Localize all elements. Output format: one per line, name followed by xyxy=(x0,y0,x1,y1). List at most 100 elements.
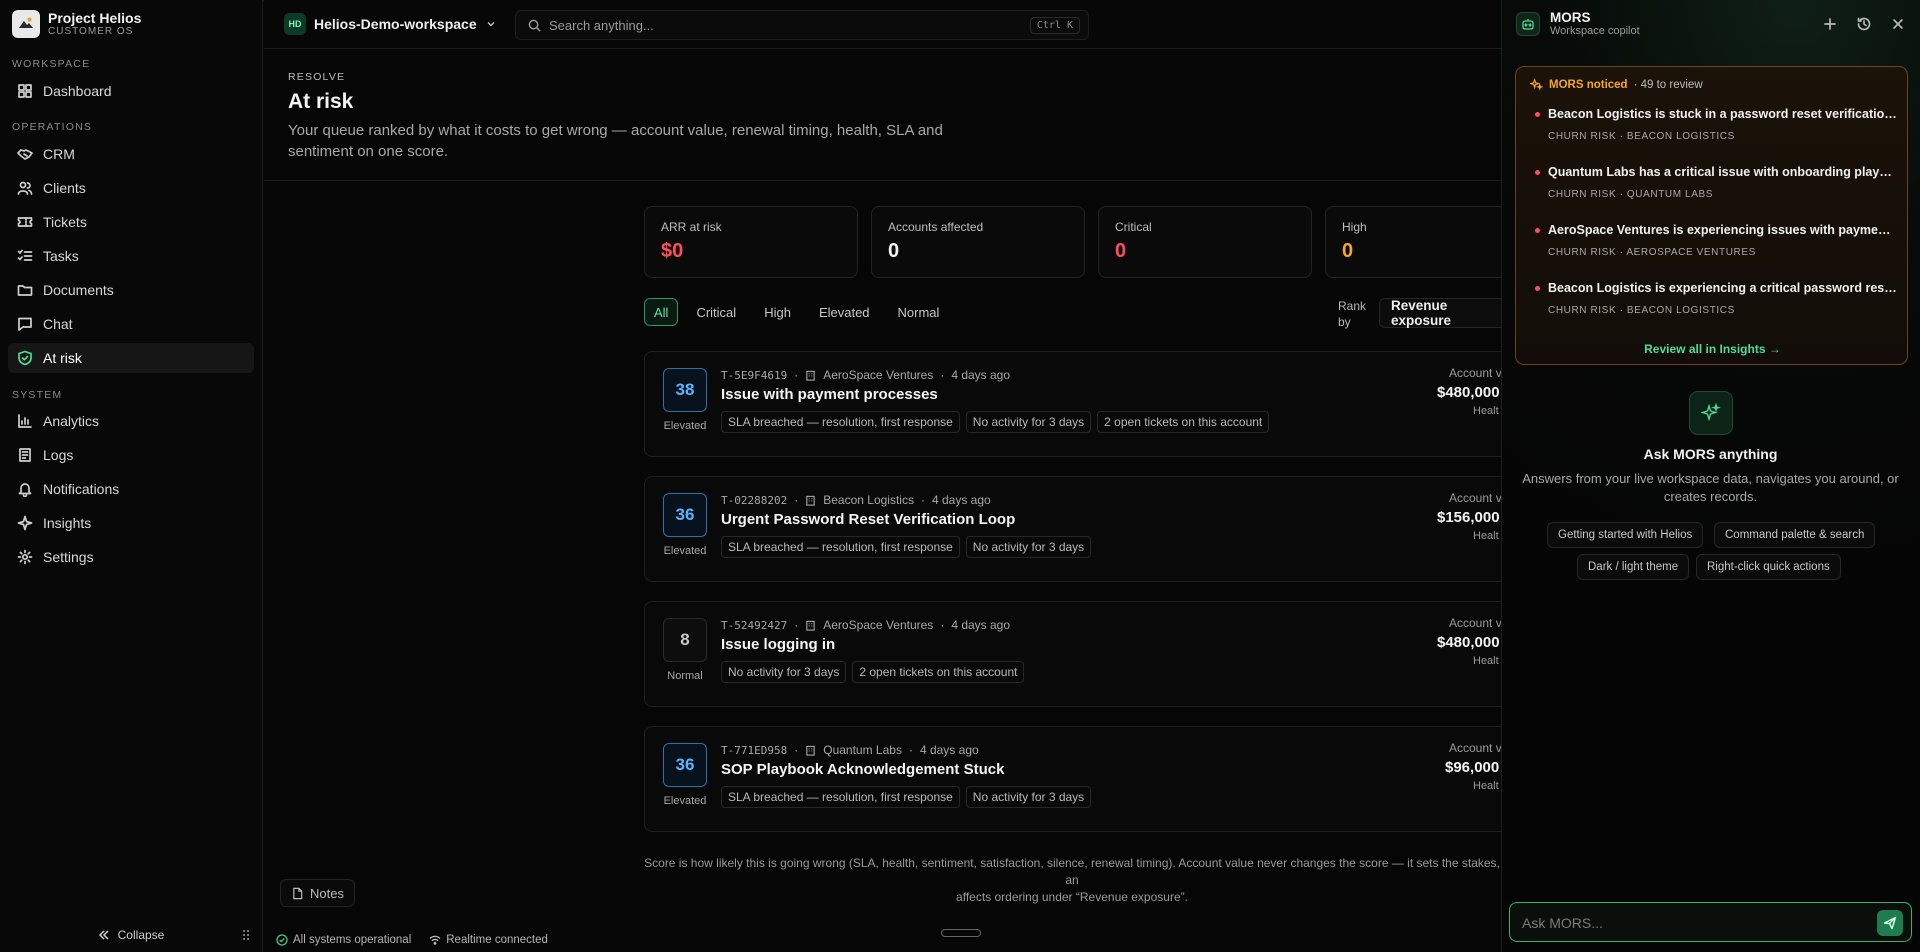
building-icon xyxy=(806,745,815,756)
topbar: HD Helios-Demo-workspace Search anything… xyxy=(264,0,1501,49)
account-value-label: Account v xyxy=(1449,741,1502,755)
ticket-card[interactable]: 8 Normal T-52492427 · AeroSpace Ventures ·… xyxy=(644,601,1544,707)
workspace-switcher[interactable]: HD Helios-Demo-workspace xyxy=(284,13,497,35)
ticket-meta: T-5E9F4619 · AeroSpace Ventures · 4 days a… xyxy=(721,368,1011,382)
logs-icon xyxy=(19,448,31,462)
rank-by-label: Rank by xyxy=(1338,298,1366,330)
status-bar: All systems operational Realtime connect… xyxy=(264,927,1501,952)
rank-by-select[interactable]: Revenue exposure xyxy=(1379,298,1509,328)
search-input[interactable]: Search anything... Ctrl K xyxy=(515,10,1089,40)
ticket-title[interactable]: Issue logging in xyxy=(721,636,835,653)
collapse-button[interactable]: Collapse xyxy=(0,922,262,948)
notes-button[interactable]: Notes xyxy=(280,879,355,907)
sidebar-item-label: Dashboard xyxy=(43,83,112,99)
company-name[interactable]: AeroSpace Ventures xyxy=(823,618,933,632)
ticket-age: 4 days ago xyxy=(951,618,1011,632)
filter-critical[interactable]: Critical xyxy=(686,298,746,326)
sidebar-item-notifications[interactable]: Notifications xyxy=(8,474,254,504)
wifi-icon xyxy=(429,935,441,945)
ticket-age: 4 days ago xyxy=(931,493,991,507)
notice-item-subtitle: CHURN RISK · AEROSPACE VENTURES xyxy=(1548,247,1756,258)
suggestion-chip[interactable]: Right-click quick actions xyxy=(1696,554,1841,580)
sidebar-item-label: CRM xyxy=(43,146,75,162)
sidebar-item-label: Analytics xyxy=(43,413,100,429)
account-value: $480,000 xyxy=(1437,384,1500,401)
company-name[interactable]: AeroSpace Ventures xyxy=(823,368,933,382)
ticket-title[interactable]: Issue with payment processes xyxy=(721,386,938,403)
shield-check-icon xyxy=(18,350,32,366)
close-icon[interactable] xyxy=(1890,16,1906,32)
review-all-link[interactable]: Review all in Insights → xyxy=(1516,342,1909,356)
sparkles-icon xyxy=(1689,391,1733,435)
notice-item-subtitle: CHURN RISK · BEACON LOGISTICS xyxy=(1548,131,1735,142)
brand[interactable]: Project Helios CUSTOMER OS xyxy=(12,10,141,38)
alert-dot xyxy=(1535,112,1540,117)
ticket-card[interactable]: 36 Elevated T-771ED958 · Quantum Labs · 4 … xyxy=(644,726,1544,832)
stat-critical: Critical 0 xyxy=(1098,206,1312,278)
health-label: Healt xyxy=(1473,655,1499,667)
sidebar-item-label: Tickets xyxy=(43,214,87,230)
sidebar-item-logs[interactable]: Logs xyxy=(8,440,254,470)
sidebar-item-crm[interactable]: CRM xyxy=(8,139,254,169)
sidebar-item-insights[interactable]: Insights xyxy=(8,508,254,538)
sidebar-item-analytics[interactable]: Analytics xyxy=(8,406,254,436)
suggestion-chip[interactable]: Getting started with Helios xyxy=(1547,522,1704,548)
sidebar-item-chat[interactable]: Chat xyxy=(8,309,254,339)
ticket-age: 4 days ago xyxy=(951,368,1011,382)
ticket-tags: SLA breached — resolution, first respons… xyxy=(721,536,1092,558)
filter-elevated[interactable]: Elevated xyxy=(809,298,880,326)
send-button[interactable] xyxy=(1877,910,1903,936)
stat-label: Critical xyxy=(1115,220,1152,234)
sidebar-item-dashboard[interactable]: Dashboard xyxy=(8,76,254,106)
notice-item-title: AeroSpace Ventures is experiencing issue… xyxy=(1548,223,1898,237)
brand-subtitle: CUSTOMER OS xyxy=(48,26,134,37)
sidebar-item-clients[interactable]: Clients xyxy=(8,173,254,203)
ticket-icon xyxy=(17,217,33,227)
sidebar-item-label: Notifications xyxy=(43,481,120,497)
sidebar-item-label: Clients xyxy=(43,180,86,196)
suggestion-chip[interactable]: Command palette & search xyxy=(1714,522,1876,548)
ticket-title[interactable]: Urgent Password Reset Verification Loop xyxy=(721,511,1015,528)
alert-dot xyxy=(1535,228,1540,233)
sidebar-item-settings[interactable]: Settings xyxy=(8,542,254,572)
ticket-title[interactable]: SOP Playbook Acknowledgement Stuck xyxy=(721,761,1004,778)
history-icon[interactable] xyxy=(1856,16,1872,32)
drag-grip-icon[interactable] xyxy=(242,929,250,941)
notice-item-subtitle: CHURN RISK · QUANTUM LABS xyxy=(1548,189,1714,200)
company-name[interactable]: Beacon Logistics xyxy=(823,493,914,507)
ticket-id: T-5E9F4619 xyxy=(721,368,788,382)
page-description: Your queue ranked by what it costs to ge… xyxy=(288,122,943,160)
ask-description: Answers from your live workspace data, n… xyxy=(1522,471,1899,504)
building-icon xyxy=(806,495,815,506)
notice-item-title: Beacon Logistics is stuck in a password … xyxy=(1548,107,1898,121)
plus-icon[interactable] xyxy=(1822,16,1838,32)
copilot-subtitle: Workspace copilot xyxy=(1550,25,1640,37)
footnote-line: Score is how likely this is going wrong … xyxy=(644,856,1500,887)
company-name[interactable]: Quantum Labs xyxy=(823,743,902,757)
copilot-actions xyxy=(1822,16,1906,32)
system-status: All systems operational xyxy=(276,934,411,946)
filter-normal[interactable]: Normal xyxy=(888,298,950,326)
sidebar-item-tickets[interactable]: Tickets xyxy=(8,207,254,237)
suggestion-chip[interactable]: Dark / light theme xyxy=(1577,554,1690,580)
ticket-card[interactable]: 36 Elevated T-02288202 · Beacon Logistics… xyxy=(644,476,1544,582)
filter-high[interactable]: High xyxy=(754,298,801,326)
sidebar-item-tasks[interactable]: Tasks xyxy=(8,241,254,271)
ask-mors-input[interactable] xyxy=(1522,912,1852,934)
ticket-card[interactable]: 38 Elevated T-5E9F4619 · AeroSpace Ventur… xyxy=(644,351,1544,457)
dashboard-icon xyxy=(18,84,32,98)
workspace-name: Helios-Demo-workspace xyxy=(314,16,477,32)
realtime-status: Realtime connected xyxy=(429,934,548,946)
sidebar-item-at-risk[interactable]: At risk xyxy=(8,343,254,373)
ticket-tag: 2 open tickets on this account xyxy=(1097,411,1270,433)
ticket-id: T-771ED958 xyxy=(721,743,788,757)
filter-all[interactable]: All xyxy=(644,298,679,326)
sidebar-item-documents[interactable]: Documents xyxy=(8,275,254,305)
sidebar-item-label: Documents xyxy=(43,282,114,298)
ticket-meta: T-771ED958 · Quantum Labs · 4 days ago xyxy=(721,743,979,757)
stat-arr-at-risk: ARR at risk $0 xyxy=(644,206,858,278)
handshake-icon xyxy=(17,149,33,160)
resize-handle[interactable] xyxy=(941,929,981,937)
risk-level: Elevated xyxy=(663,795,707,807)
stat-accounts-affected: Accounts affected 0 xyxy=(871,206,1085,278)
